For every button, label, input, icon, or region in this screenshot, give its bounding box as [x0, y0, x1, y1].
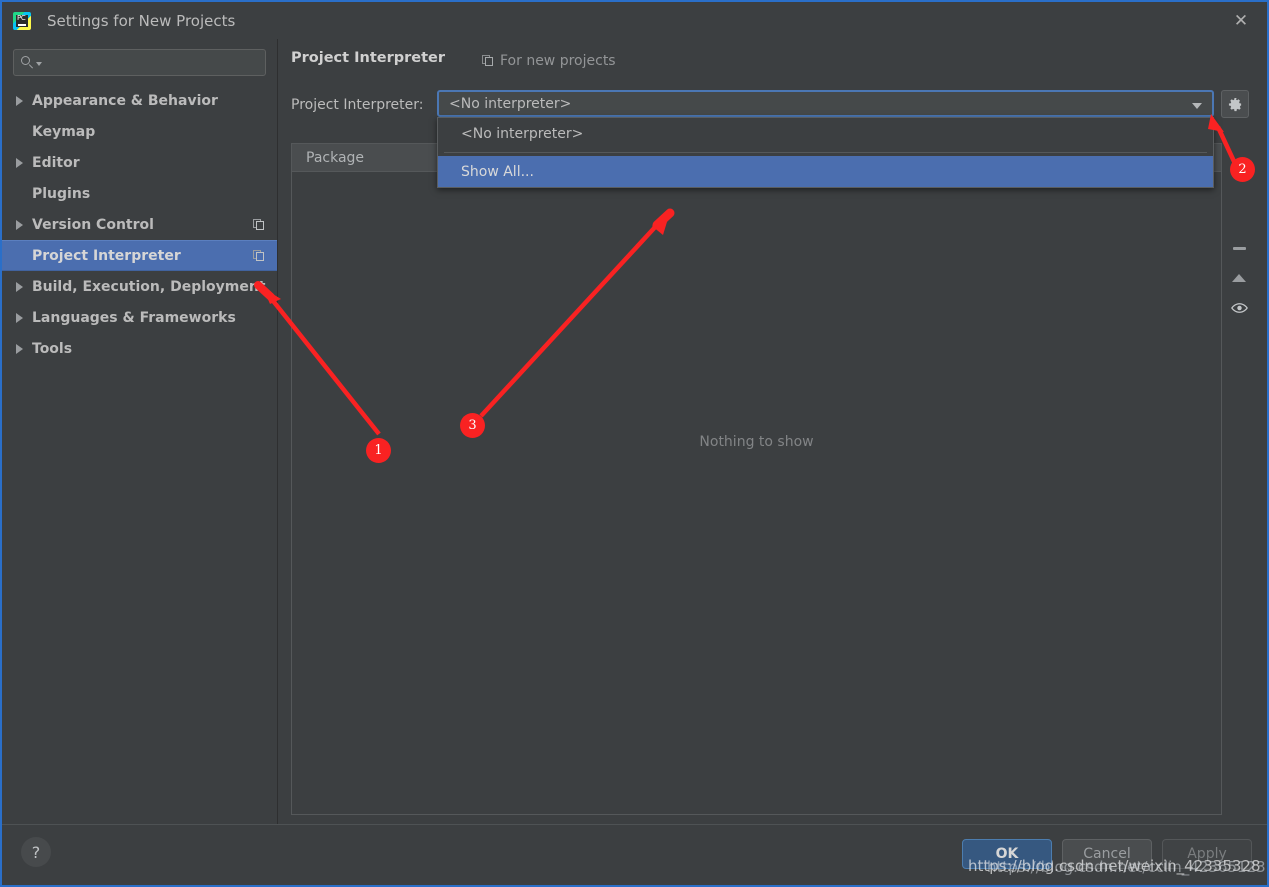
project-interpreter-combobox[interactable]: <No interpreter>	[437, 90, 1214, 117]
dropdown-option-no-interpreter[interactable]: <No interpreter>	[438, 118, 1213, 149]
dropdown-separator	[444, 152, 1207, 153]
eye-icon	[1230, 303, 1248, 313]
sidebar-item-label: Editor	[32, 154, 80, 171]
sidebar-item-keymap[interactable]: Keymap	[2, 116, 277, 147]
packages-empty-message: Nothing to show	[699, 434, 814, 450]
scope-label: For new projects	[500, 53, 616, 69]
close-icon[interactable]: ✕	[1223, 8, 1259, 34]
search-icon	[21, 56, 34, 69]
settings-dialog: PC Settings for New Projects ✕ Appearanc…	[0, 0, 1269, 887]
dropdown-option-show-all[interactable]: Show All...	[438, 156, 1213, 187]
column-header-package[interactable]: Package	[292, 150, 364, 166]
sidebar-item-label: Build, Execution, Deployment	[32, 278, 266, 295]
help-button[interactable]: ?	[21, 837, 51, 867]
sidebar-item-label: Tools	[32, 340, 73, 357]
scope-indicator: For new projects	[482, 53, 616, 69]
content-panel: Project Interpreter For new projects Pro…	[279, 39, 1267, 828]
expand-triangle-icon	[16, 219, 23, 230]
window-title: Settings for New Projects	[47, 11, 236, 30]
ok-button[interactable]: OK	[962, 839, 1052, 869]
sidebar-item-version-control[interactable]: Version Control	[2, 209, 277, 240]
pycharm-logo-icon: PC	[13, 11, 31, 30]
expand-triangle-icon	[16, 95, 23, 106]
sidebar-item-build-execution-deployment[interactable]: Build, Execution, Deployment	[2, 271, 277, 302]
sidebar-item-editor[interactable]: Editor	[2, 147, 277, 178]
sidebar-item-label: Appearance & Behavior	[32, 92, 218, 109]
sidebar-item-plugins[interactable]: Plugins	[2, 178, 277, 209]
up-arrow-icon	[1232, 274, 1246, 282]
page-title: Project Interpreter	[291, 50, 446, 66]
cancel-button[interactable]: Cancel	[1062, 839, 1152, 869]
search-input[interactable]	[42, 54, 258, 71]
copy-scope-icon	[482, 55, 494, 67]
sidebar-item-languages-frameworks[interactable]: Languages & Frameworks	[2, 302, 277, 333]
chevron-down-icon[interactable]	[1192, 103, 1202, 109]
copy-settings-icon	[253, 218, 265, 231]
gear-icon	[1228, 97, 1241, 111]
search-container	[2, 39, 277, 76]
settings-sidebar: Appearance & Behavior Keymap Editor Plug…	[2, 39, 278, 828]
sidebar-item-label: Languages & Frameworks	[32, 309, 236, 326]
interpreter-dropdown-menu: <No interpreter> Show All...	[437, 117, 1214, 188]
sidebar-item-label: Project Interpreter	[32, 247, 181, 264]
expand-triangle-icon	[16, 343, 23, 354]
expand-triangle-icon	[16, 281, 23, 292]
interpreter-field-label: Project Interpreter:	[291, 97, 424, 113]
sidebar-item-label: Keymap	[32, 123, 96, 140]
title-bar: PC Settings for New Projects ✕	[2, 2, 1267, 39]
packages-toolbar	[1224, 143, 1254, 343]
interpreter-selected-value: <No interpreter>	[449, 95, 572, 112]
show-early-releases-button[interactable]	[1226, 293, 1252, 323]
expand-triangle-icon	[16, 312, 23, 323]
sidebar-item-label: Version Control	[32, 216, 154, 233]
upgrade-package-button[interactable]	[1226, 263, 1252, 293]
remove-package-button[interactable]	[1226, 233, 1252, 263]
expand-triangle-icon	[16, 157, 23, 168]
dialog-footer: ? OK Cancel Apply	[2, 824, 1267, 885]
interpreter-settings-gear-button[interactable]	[1221, 90, 1249, 118]
sidebar-item-appearance-behavior[interactable]: Appearance & Behavior	[2, 85, 277, 116]
search-box[interactable]	[13, 49, 266, 76]
copy-settings-icon	[253, 249, 265, 262]
sidebar-item-tools[interactable]: Tools	[2, 333, 277, 364]
minus-icon	[1232, 246, 1246, 250]
settings-tree: Appearance & Behavior Keymap Editor Plug…	[2, 85, 277, 364]
sidebar-item-project-interpreter[interactable]: Project Interpreter	[2, 240, 277, 271]
sidebar-item-label: Plugins	[32, 185, 91, 202]
apply-button[interactable]: Apply	[1162, 839, 1252, 869]
packages-table: Package Nothing to show	[291, 143, 1222, 815]
